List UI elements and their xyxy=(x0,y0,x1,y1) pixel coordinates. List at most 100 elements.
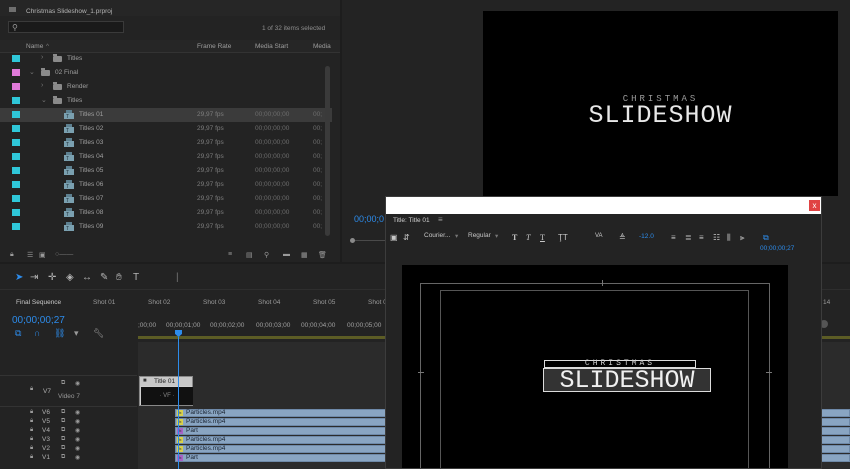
ripple-edit-tool-icon[interactable]: ✛ xyxy=(48,272,56,283)
list-item[interactable]: T Titles 07 29,97 fps 00;00;00;00 00; xyxy=(0,192,332,206)
distribute-icon[interactable]: ⫼ xyxy=(727,233,731,243)
project-scrollbar[interactable] xyxy=(325,66,330,236)
label-color-swatch[interactable] xyxy=(12,125,20,132)
list-item[interactable]: T Titles 04 29,97 fps 00;00;00;00 00; xyxy=(0,150,332,164)
title-clip[interactable]: ■ Title 01 · VF · xyxy=(139,376,193,406)
add-marker-icon[interactable]: ▾ xyxy=(74,328,79,339)
kerning-icon[interactable]: VA xyxy=(595,233,603,239)
sync-lock-icon[interactable]: ⧉ xyxy=(61,427,65,434)
italic-icon[interactable]: T xyxy=(526,233,530,242)
slip-tool-icon[interactable]: ↔ xyxy=(82,272,92,283)
column-frame-rate[interactable]: Frame Rate xyxy=(197,43,231,50)
wrench-icon[interactable]: 🔧︎ xyxy=(93,328,104,339)
linked-selection-icon[interactable]: ⛓︎ xyxy=(54,328,65,339)
eye-icon[interactable]: ◉ xyxy=(75,409,80,416)
list-item[interactable]: › Render xyxy=(0,80,332,94)
kerning-value[interactable]: -12.0 xyxy=(639,233,654,240)
label-color-swatch[interactable] xyxy=(12,181,20,188)
eye-icon[interactable]: ◉ xyxy=(75,427,80,434)
new-title-icon[interactable]: ▣ xyxy=(390,233,398,242)
sync-lock-icon[interactable]: ⧉ xyxy=(61,454,65,461)
pen-tool-icon[interactable]: ✎ xyxy=(100,272,108,283)
label-color-swatch[interactable] xyxy=(12,139,20,146)
title-timecode[interactable]: 00;00;00;27 xyxy=(760,245,794,252)
lock-icon[interactable]: 🔒︎ xyxy=(10,251,14,259)
leading-icon[interactable]: ≜ xyxy=(619,233,626,242)
chevron-right-icon[interactable]: › xyxy=(41,54,43,61)
eye-icon[interactable]: ◉ xyxy=(75,418,80,425)
column-name[interactable]: Name xyxy=(26,43,43,50)
list-item[interactable]: ⌄ 02 Final xyxy=(0,66,332,80)
tab-shot-06[interactable]: Shot 0 xyxy=(368,299,387,306)
panel-menu-icon[interactable]: ≡ xyxy=(438,215,443,224)
tab-shot-03[interactable]: Shot 03 xyxy=(203,299,225,306)
chevron-right-icon[interactable]: › xyxy=(41,82,43,89)
list-item[interactable]: T Titles 05 29,97 fps 00;00;00;00 00; xyxy=(0,164,332,178)
zoom-slider[interactable]: ○—— xyxy=(55,251,73,258)
label-color-swatch[interactable] xyxy=(12,97,20,104)
roll-crawl-icon[interactable]: ⇵ xyxy=(403,233,410,242)
font-style-select[interactable]: Regular xyxy=(468,232,491,239)
snap-icon[interactable]: ∩ xyxy=(34,328,40,338)
sync-lock-icon[interactable]: ⧉ xyxy=(61,445,65,452)
eye-icon[interactable]: ◉ xyxy=(75,445,80,452)
chevron-down-icon[interactable]: ⌄ xyxy=(29,68,35,76)
close-button[interactable]: x xyxy=(809,200,820,211)
find-icon[interactable]: ⚲ xyxy=(264,251,269,259)
razor-tool-icon[interactable]: ◈ xyxy=(66,272,74,283)
title-text-big[interactable]: SLIDESHOW xyxy=(543,368,711,393)
lock-icon[interactable]: 🔒︎ xyxy=(30,418,33,425)
eye-icon[interactable]: ◉ xyxy=(75,454,80,461)
tab-shot-04[interactable]: Shot 04 xyxy=(258,299,280,306)
program-screen[interactable]: CHRISTMAS SLIDESHOW xyxy=(483,11,838,196)
lock-icon[interactable]: 🔒︎ xyxy=(30,445,33,452)
title-tab[interactable]: Title: Title 01 xyxy=(393,217,430,224)
lock-icon[interactable]: 🔒︎ xyxy=(30,427,33,434)
tab-final-sequence[interactable]: Final Sequence xyxy=(16,299,61,306)
track-select-tool-icon[interactable]: ⇥ xyxy=(30,272,38,283)
list-item[interactable]: › Titles xyxy=(0,52,332,66)
label-color-swatch[interactable] xyxy=(12,167,20,174)
font-size-icon[interactable]: ŢT xyxy=(558,233,568,242)
tab-shot-02[interactable]: Shot 02 xyxy=(148,299,170,306)
list-item[interactable]: T Titles 01 29,97 fps 00;00;00;00 00; xyxy=(0,108,332,122)
sync-lock-icon[interactable]: ⧉ xyxy=(61,409,65,416)
align-right-icon[interactable]: ≡ xyxy=(699,233,704,242)
tab-stops-icon[interactable]: ☷ xyxy=(713,233,720,242)
list-view-icon[interactable]: ☰ xyxy=(27,251,33,259)
label-color-swatch[interactable] xyxy=(12,83,20,90)
align-center-icon[interactable]: ≣ xyxy=(685,233,692,242)
program-timecode[interactable]: 00;00;0 xyxy=(354,214,384,224)
eye-icon[interactable]: ◉ xyxy=(75,436,80,443)
list-item[interactable]: T Titles 09 29,97 fps 00;00;00;00 00; xyxy=(0,220,332,234)
align-left-icon[interactable]: ≡ xyxy=(671,233,676,242)
hand-tool-icon[interactable]: ✋︎ xyxy=(116,272,122,283)
title-canvas[interactable]: CHRISTMAS SLIDESHOW xyxy=(402,265,788,468)
search-input[interactable]: ⚲ xyxy=(8,21,124,33)
column-media-start[interactable]: Media Start xyxy=(255,43,288,50)
automate-icon[interactable]: ▤ xyxy=(246,251,253,259)
chevron-down-icon[interactable]: ⌄ xyxy=(41,96,47,104)
align-tools-icon[interactable]: ⫸ xyxy=(740,233,745,243)
sync-lock-icon[interactable]: ⧉ xyxy=(61,436,65,443)
column-media-end[interactable]: Media xyxy=(313,43,331,50)
tab-shot-05[interactable]: Shot 05 xyxy=(313,299,335,306)
list-item[interactable]: T Titles 08 29,97 fps 00;00;00;00 00; xyxy=(0,206,332,220)
list-item[interactable]: ⌄ Titles xyxy=(0,94,332,108)
tab-shot-01[interactable]: Shot 01 xyxy=(93,299,115,306)
program-zoom-slider[interactable] xyxy=(350,238,386,243)
sync-lock-icon[interactable]: ⧉ xyxy=(61,418,65,425)
nest-icon[interactable]: ⧉ xyxy=(15,328,21,339)
new-bin-icon[interactable]: ▬ xyxy=(283,251,290,258)
label-color-swatch[interactable] xyxy=(12,153,20,160)
trash-icon[interactable]: 🗑︎ xyxy=(318,251,327,259)
label-color-swatch[interactable] xyxy=(12,195,20,202)
title-window-titlebar[interactable]: x xyxy=(386,197,821,214)
label-color-swatch[interactable] xyxy=(12,55,20,62)
lock-icon[interactable]: 🔒︎ xyxy=(30,386,33,393)
font-family-select[interactable]: Courier... xyxy=(424,232,450,239)
label-color-swatch[interactable] xyxy=(12,223,20,230)
list-item[interactable]: T Titles 02 29,97 fps 00;00;00;00 00; xyxy=(0,122,332,136)
icon-view-icon[interactable]: ▣ xyxy=(39,251,46,259)
tab-shot-14[interactable]: 14 xyxy=(823,299,830,306)
